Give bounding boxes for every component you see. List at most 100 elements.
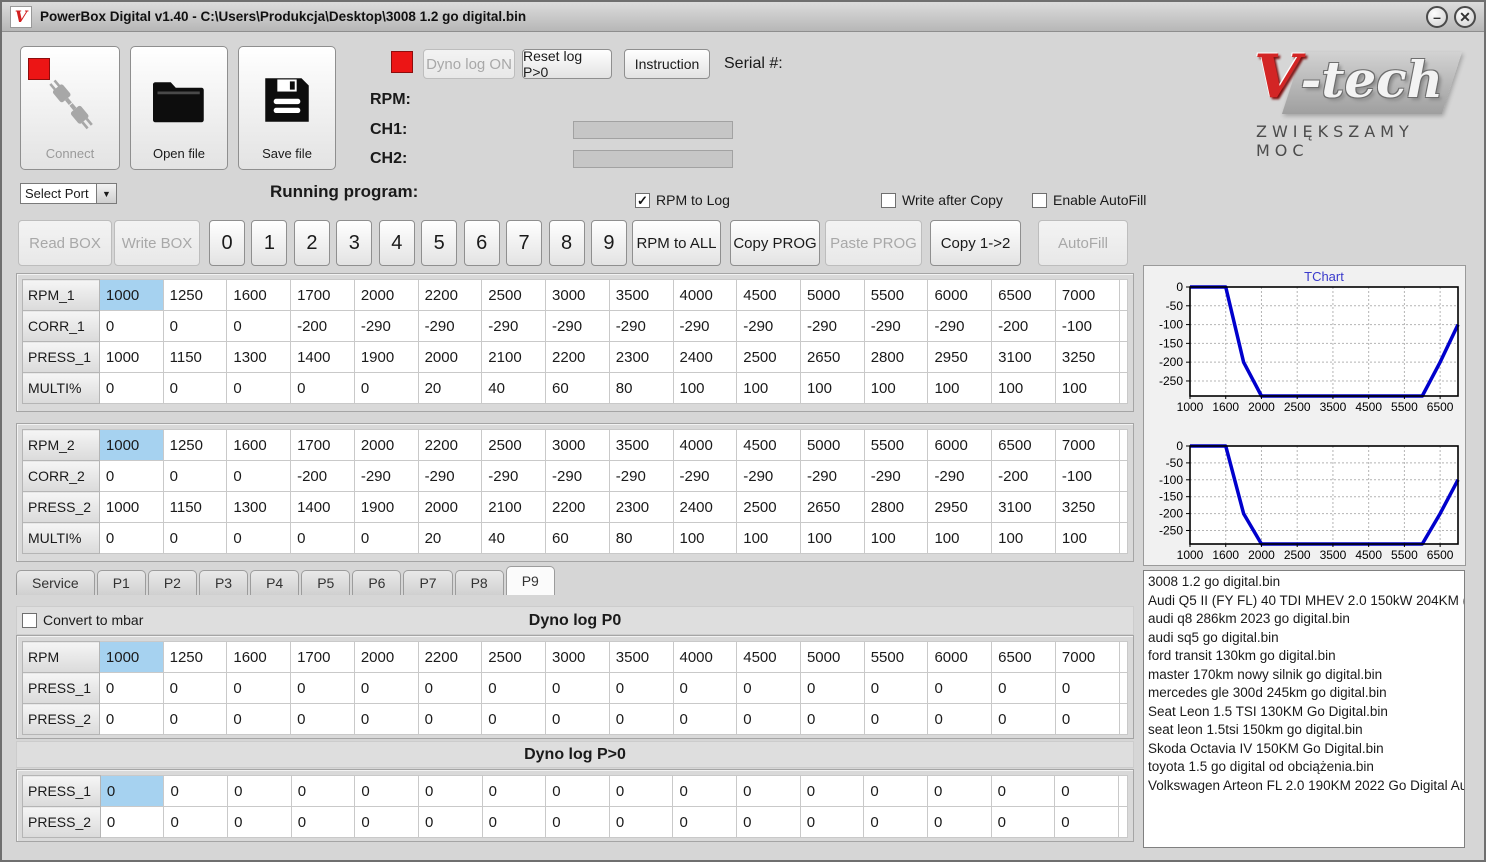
grid-cell[interactable]: 0 xyxy=(799,806,865,838)
grid-cell[interactable]: 0 xyxy=(98,372,164,404)
grid-cell[interactable]: -290 xyxy=(545,460,610,492)
grid-cell[interactable]: 0 xyxy=(545,703,610,735)
grid-cell[interactable]: 6000 xyxy=(927,279,993,311)
grid-cell[interactable]: 2200 xyxy=(417,641,483,673)
checkbox-box[interactable] xyxy=(22,612,37,628)
grid-cell[interactable]: 0 xyxy=(99,775,165,807)
reset-log-button[interactable]: Reset log P>0 xyxy=(522,48,612,80)
grid-cell[interactable]: 4000 xyxy=(672,641,738,673)
grid-cell[interactable]: -290 xyxy=(863,460,929,492)
grid-cell[interactable]: 0 xyxy=(226,703,292,735)
grid-cell[interactable]: 1150 xyxy=(162,341,228,373)
grid-cell[interactable]: 0 xyxy=(98,672,164,704)
grid-cell[interactable]: 0 xyxy=(290,806,356,838)
grid-cell[interactable]: 3100 xyxy=(991,491,1056,523)
grid-cell[interactable]: -290 xyxy=(927,310,993,342)
grid-cell[interactable]: 2000 xyxy=(353,429,419,461)
file-list-item[interactable]: master 170km nowy silnik go digital.bin xyxy=(1148,666,1464,685)
grid-cell[interactable]: -200 xyxy=(290,460,355,492)
grid-cell[interactable]: 0 xyxy=(226,372,292,404)
grid-cell[interactable]: -290 xyxy=(863,310,929,342)
grid-cell[interactable]: 1600 xyxy=(226,279,292,311)
save-file-button[interactable]: Save file xyxy=(238,46,336,170)
program-button-7[interactable]: 7 xyxy=(506,220,543,266)
grid-cell[interactable]: 3500 xyxy=(608,429,674,461)
file-list-item[interactable]: Volkswagen Arteon FL 2.0 190KM 2022 Go D… xyxy=(1148,777,1464,796)
file-list-item[interactable]: Seat Leon 1.5 TSI 130KM Go Digital.bin xyxy=(1148,703,1464,722)
grid-cell[interactable]: 5000 xyxy=(799,429,865,461)
grid-cell[interactable]: 0 xyxy=(290,672,355,704)
file-list-item[interactable]: Skoda Octavia IV 150KM Go Digital.bin xyxy=(1148,740,1464,759)
convert-to-mbar-checkbox[interactable]: Convert to mbar xyxy=(22,612,143,628)
file-list-item[interactable]: audi sq5 go digital.bin xyxy=(1148,629,1464,648)
grid-cell[interactable]: 1000 xyxy=(98,491,164,523)
grid-cell[interactable]: 2200 xyxy=(545,341,610,373)
grid-cell[interactable]: 6500 xyxy=(991,641,1056,673)
grid-cell[interactable]: 2500 xyxy=(481,641,547,673)
program-button-4[interactable]: 4 xyxy=(378,220,415,266)
grid-cell[interactable]: -290 xyxy=(353,310,419,342)
file-list-item[interactable]: 3008 1.2 go digital.bin xyxy=(1148,573,1464,592)
tab-p2[interactable]: P2 xyxy=(147,570,197,595)
grid-cell[interactable]: 0 xyxy=(736,672,801,704)
grid-cell[interactable]: 60 xyxy=(545,522,610,554)
grid-cell[interactable]: 0 xyxy=(98,460,164,492)
grid-cell[interactable]: 0 xyxy=(99,806,165,838)
grid-cell[interactable]: 0 xyxy=(226,460,292,492)
grid-cell[interactable]: 0 xyxy=(672,806,738,838)
grid-cell[interactable]: 0 xyxy=(417,806,483,838)
chevron-down-icon[interactable]: ▼ xyxy=(96,184,116,203)
grid-cell[interactable]: 5500 xyxy=(863,641,929,673)
grid-cell[interactable]: 0 xyxy=(991,672,1056,704)
grid-cell[interactable]: 0 xyxy=(545,775,610,807)
grid-cell[interactable]: -290 xyxy=(736,310,801,342)
grid-cell[interactable]: 0 xyxy=(353,703,419,735)
grid-cell[interactable]: 1000 xyxy=(98,641,164,673)
grid-cell[interactable]: 0 xyxy=(163,806,229,838)
grid-cell[interactable]: 0 xyxy=(481,672,547,704)
grid-cell[interactable]: 0 xyxy=(162,460,228,492)
grid-cell[interactable]: 5500 xyxy=(863,279,929,311)
copy-prog-button[interactable]: Copy PROG xyxy=(730,220,820,266)
grid-cell[interactable]: 0 xyxy=(736,775,801,807)
grid-cell[interactable]: 1400 xyxy=(290,341,355,373)
grid-cell[interactable]: 0 xyxy=(736,806,801,838)
grid-cell[interactable]: 100 xyxy=(863,522,929,554)
grid-cell[interactable]: 0 xyxy=(863,775,928,807)
grid-cell[interactable]: 4000 xyxy=(672,279,738,311)
grid-cell[interactable]: 0 xyxy=(863,703,929,735)
grid-cell[interactable]: 20 xyxy=(417,372,483,404)
grid-cell[interactable]: 3000 xyxy=(545,279,610,311)
grid-cell[interactable]: 0 xyxy=(736,703,801,735)
grid-cell[interactable]: 0 xyxy=(354,775,419,807)
grid-cell[interactable]: 100 xyxy=(799,522,865,554)
grid-cell[interactable]: 100 xyxy=(736,372,801,404)
grid-cell[interactable]: 7000 xyxy=(1054,279,1120,311)
grid-cell[interactable]: 100 xyxy=(672,372,738,404)
grid-cell[interactable]: 0 xyxy=(672,775,738,807)
grid-cell[interactable]: -100 xyxy=(1054,310,1120,342)
grid-cell[interactable]: 1150 xyxy=(162,491,228,523)
grid-cell[interactable]: 2200 xyxy=(417,429,483,461)
instruction-button[interactable]: Instruction xyxy=(624,49,710,79)
copy-1-to-2-button[interactable]: Copy 1->2 xyxy=(930,220,1021,266)
grid-cell[interactable]: 0 xyxy=(990,806,1056,838)
grid-cell[interactable]: 0 xyxy=(226,310,292,342)
grid-cell[interactable]: 0 xyxy=(290,775,356,807)
grid-cell[interactable]: -200 xyxy=(290,310,355,342)
grid-cell[interactable]: 0 xyxy=(863,806,928,838)
program-button-8[interactable]: 8 xyxy=(548,220,585,266)
grid-cell[interactable]: 0 xyxy=(227,775,292,807)
grid-cell[interactable]: 0 xyxy=(417,672,483,704)
grid-cell[interactable]: 3250 xyxy=(1054,491,1120,523)
grid-cell[interactable]: 100 xyxy=(799,372,865,404)
grid-cell[interactable]: 0 xyxy=(162,310,228,342)
file-list-item[interactable]: seat leon 1.5tsi 150km go digital.bin xyxy=(1148,721,1464,740)
tab-p3[interactable]: P3 xyxy=(198,570,249,595)
grid-cell[interactable]: 1900 xyxy=(353,341,419,373)
tab-p7[interactable]: P7 xyxy=(403,570,453,595)
grid-cell[interactable]: 0 xyxy=(98,522,164,554)
grid-cell[interactable]: 2500 xyxy=(481,429,547,461)
grid-cell[interactable]: 0 xyxy=(545,806,610,838)
grid-cell[interactable]: -200 xyxy=(991,310,1056,342)
